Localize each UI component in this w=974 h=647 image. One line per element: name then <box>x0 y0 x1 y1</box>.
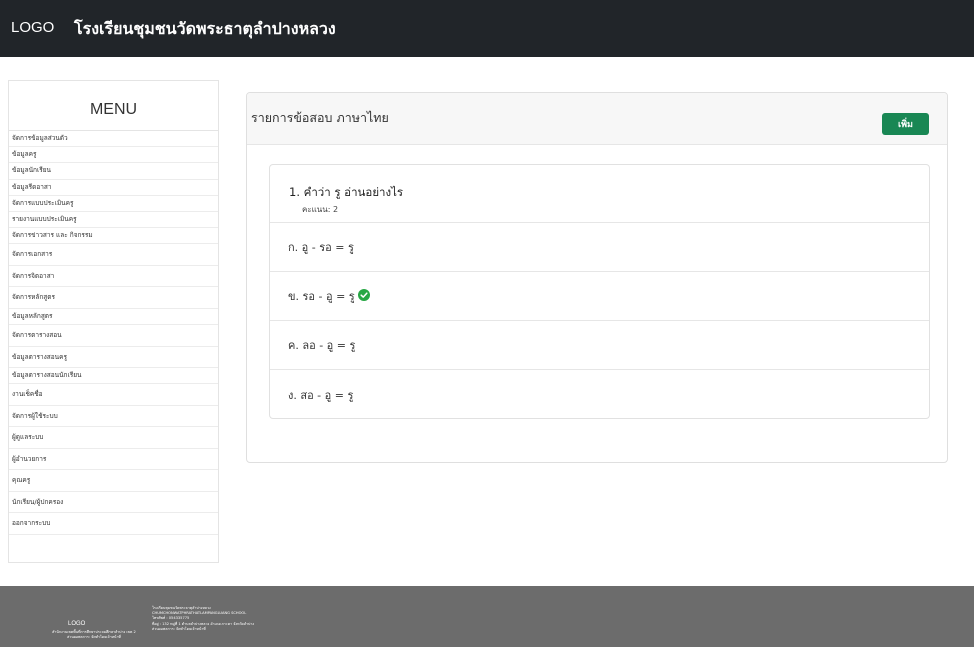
menu-item-manage-evaluation[interactable]: จัดการแบบประเมินครู <box>9 196 218 212</box>
footer-contact: โรงเรียนชุมชนวัดพระธาตุลำปางหลวง CHUMCHO… <box>152 606 402 632</box>
top-navbar: LOGO โรงเรียนชุมชนวัดพระธาตุลำปางหลวง <box>0 0 974 57</box>
menu-item-attendance[interactable]: งานเช็คชื่อ <box>9 384 218 406</box>
menu-item-student-timetable[interactable]: ข้อมูลตารางสอนนักเรียน <box>9 368 218 385</box>
footer-credit: ส่วนผอพลการ: จัดทำโดยเจ้าหน้าที่ <box>152 626 206 631</box>
menu-item-admins[interactable]: ผู้ดูแลระบบ <box>9 427 218 449</box>
choice-text: ข. รอ - อู = รู <box>288 290 355 303</box>
add-button[interactable]: เพิ่ม <box>882 113 929 135</box>
menu-item-documents[interactable]: จัดการเอกสาร <box>9 244 218 266</box>
menu-item-manage-curriculum[interactable]: จัดการหลักสูตร <box>9 287 218 309</box>
choice-item: ง. สอ - อู = รู <box>270 370 929 419</box>
exam-list-card: รายการข้อสอบ ภาษาไทย เพิ่ม 1. คำว่า รู อ… <box>246 92 948 463</box>
menu-list: จัดการข้อมูลส่วนตัว ข้อมูลครู ข้อมูลนักเ… <box>9 131 218 535</box>
page-footer: LOGO สำนักงานเขตพื้นที่การศึกษาประถมศึกษ… <box>0 586 974 647</box>
menu-item-manage-users[interactable]: จัดการผู้ใช้ระบบ <box>9 406 218 428</box>
menu-item-volunteer-data[interactable]: ข้อมูลรีดอาสา <box>9 180 218 196</box>
page-title: รายการข้อสอบ ภาษาไทย <box>251 110 389 125</box>
menu-item-teachers[interactable]: คุณครู <box>9 470 218 492</box>
site-logo[interactable]: LOGO <box>11 19 54 36</box>
footer-logo: LOGO <box>68 621 86 627</box>
menu-item-students-parents[interactable]: นักเรียน/ผู้ปกครอง <box>9 492 218 514</box>
menu-item-evaluation-report[interactable]: รายงานแบบประเมินครู <box>9 212 218 229</box>
school-name: โรงเรียนชุมชนวัดพระธาตุลำปางหลวง <box>74 19 336 38</box>
menu-item-manage-timetable[interactable]: จัดการตารางสอน <box>9 325 218 347</box>
choice-text: ค. ลอ - อู = รู <box>288 339 356 352</box>
question-card: 1. คำว่า รู อ่านอย่างไร คะแนน: 2 ก. อู -… <box>269 164 930 419</box>
question-text: 1. คำว่า รู อ่านอย่างไร <box>289 185 404 199</box>
choice-item: ค. ลอ - อู = รู <box>270 321 929 370</box>
footer-office-line: ส่วนผอพลการ: จัดทำโดยเจ้าหน้าที่ <box>67 635 121 639</box>
choice-text: ง. สอ - อู = รู <box>288 388 354 402</box>
menu-item-manage-volunteer[interactable]: จัดการจิตอาสา <box>9 266 218 288</box>
menu-item-curriculum-data[interactable]: ข้อมูลหลักสูตร <box>9 309 218 325</box>
question-score: คะแนน: 2 <box>302 205 339 214</box>
menu-item-student-data[interactable]: ข้อมูลนักเรียน <box>9 163 218 180</box>
choice-text: ก. อู - รอ = รู <box>288 241 354 254</box>
menu-item-news-activities[interactable]: จัดการข่าวสาร และ กิจกรรม <box>9 228 218 245</box>
menu-item-teacher-timetable[interactable]: ข้อมูลตารางสอนครู <box>9 347 218 368</box>
choice-item: ก. อู - รอ = รู <box>270 223 929 272</box>
question-header: 1. คำว่า รู อ่านอย่างไร คะแนน: 2 <box>270 165 929 223</box>
sidebar-menu: MENU จัดการข้อมูลส่วนตัว ข้อมูลครู ข้อมู… <box>8 80 219 563</box>
card-header: รายการข้อสอบ ภาษาไทย เพิ่ม <box>247 93 947 145</box>
footer-office: สำนักงานเขตพื้นที่การศึกษาประถมศึกษาลำปา… <box>14 630 174 640</box>
menu-item-profile[interactable]: จัดการข้อมูลส่วนตัว <box>9 131 218 148</box>
menu-item-logout[interactable]: ออกจากระบบ <box>9 513 218 535</box>
menu-item-teacher-data[interactable]: ข้อมูลครู <box>9 147 218 164</box>
menu-item-directors[interactable]: ผู้อำนวยการ <box>9 449 218 471</box>
choice-item-correct: ข. รอ - อู = รู <box>270 272 929 321</box>
check-circle-icon <box>357 288 370 304</box>
menu-title: MENU <box>9 81 218 131</box>
